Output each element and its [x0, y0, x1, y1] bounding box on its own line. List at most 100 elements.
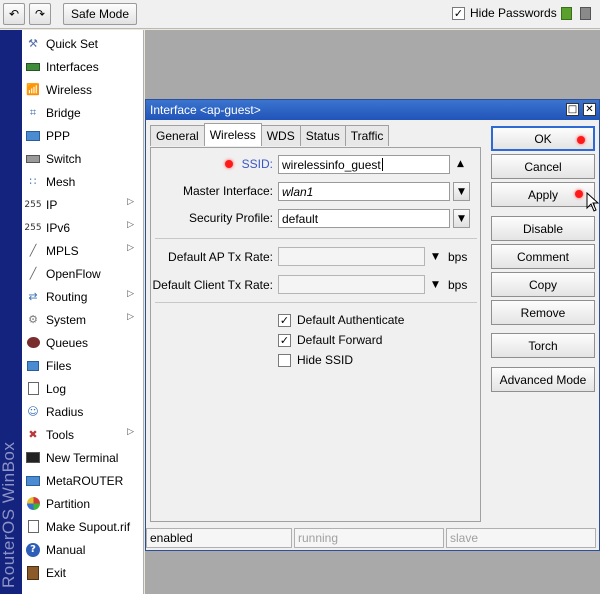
menu-item-exit[interactable]: Exit [22, 561, 144, 584]
remove-button[interactable]: Remove [491, 300, 595, 325]
tab-status[interactable]: Status [299, 125, 346, 146]
menu-label: IP [46, 197, 58, 212]
maximize-icon[interactable]: □ [566, 103, 579, 116]
advanced-mode-button[interactable]: Advanced Mode [491, 367, 595, 392]
default-forward-checkbox[interactable]: ✓ Default Forward [278, 333, 382, 347]
torch-button[interactable]: Torch [491, 333, 595, 358]
hide-passwords-toggle[interactable]: ✓ Hide Passwords [452, 6, 557, 20]
menu-item-ppp[interactable]: PPP [22, 124, 144, 147]
safe-mode-button[interactable]: Safe Mode [63, 3, 137, 25]
client-tx-rate-dropdown-icon[interactable]: ▼ [432, 280, 439, 290]
hide-ssid-checkbox[interactable]: Hide SSID [278, 353, 353, 367]
menu-item-quick-set[interactable]: ⚒ Quick Set [22, 32, 144, 55]
status-enabled: enabled [146, 528, 292, 548]
top-toolbar: ↶ ↷ Safe Mode ✓ Hide Passwords [0, 0, 600, 29]
tab-general[interactable]: General [150, 125, 205, 146]
menu-item-routing[interactable]: ⇄ Routing ▷ [22, 285, 144, 308]
menu-item-metarouter[interactable]: MetaROUTER [22, 469, 144, 492]
copy-button[interactable]: Copy [491, 272, 595, 297]
bridge-icon: ⌗ [29, 105, 37, 119]
wireless-icon: 📶 [26, 83, 40, 96]
close-icon[interactable]: ✕ [583, 103, 596, 116]
hide-passwords-label: Hide Passwords [470, 6, 557, 20]
menu-label: New Terminal [46, 450, 119, 465]
menu-label: Radius [46, 404, 84, 419]
undo-button[interactable]: ↶ [3, 3, 25, 25]
master-interface-dropdown-icon[interactable]: ▼ [453, 182, 470, 201]
security-profile-select[interactable]: default [278, 209, 450, 228]
checkbox-box[interactable]: ✓ [278, 313, 291, 327]
checkbox-box[interactable]: ✓ [278, 333, 291, 347]
brand-text: RouterOS WinBox [0, 441, 18, 588]
divider [155, 238, 477, 239]
highlight-dot [575, 190, 583, 198]
menu-item-ip[interactable]: 255 IP ▷ [22, 193, 144, 216]
menu-item-tools[interactable]: ✖ Tools ▷ [22, 423, 144, 446]
log-icon [25, 381, 41, 397]
menu-label: Routing [46, 289, 88, 304]
menu-item-partition[interactable]: Partition [22, 492, 144, 515]
menu-item-mpls[interactable]: ╱ MPLS ▷ [22, 239, 144, 262]
cancel-button[interactable]: Cancel [491, 154, 595, 179]
mesh-icon: ∷ [29, 175, 37, 188]
ap-tx-rate-unit: bps [448, 250, 468, 264]
menu-item-bridge[interactable]: ⌗ Bridge [22, 101, 144, 124]
ap-tx-rate-dropdown-icon[interactable]: ▼ [432, 252, 439, 262]
lock-gray-icon [580, 7, 591, 20]
tab-wds[interactable]: WDS [260, 125, 301, 146]
hide-passwords-checkbox[interactable]: ✓ [452, 6, 465, 20]
menu-item-queues[interactable]: Queues [22, 331, 144, 354]
menu-item-openflow[interactable]: ╱ OpenFlow [22, 262, 144, 285]
menu-item-system[interactable]: ⚙ System ▷ [22, 308, 144, 331]
radius-icon: ☺ [27, 405, 39, 418]
submenu-arrow-icon: ▷ [127, 197, 134, 207]
menu-label: Mesh [46, 174, 76, 189]
submenu-arrow-icon: ▷ [127, 289, 134, 299]
menu-item-wireless[interactable]: 📶 Wireless [22, 78, 144, 101]
menu-item-radius[interactable]: ☺ Radius [22, 400, 144, 423]
text-caret [381, 158, 383, 171]
ssid-collapse-icon[interactable]: ▲ [457, 159, 464, 169]
master-interface-label: Master Interface: [182, 184, 273, 198]
default-client-tx-rate-input[interactable] [278, 275, 425, 294]
highlight-dot [577, 136, 585, 144]
menu-item-interfaces[interactable]: Interfaces [22, 55, 144, 78]
ssid-input[interactable]: wirelessinfo_guest [278, 155, 450, 174]
disable-button[interactable]: Disable [491, 216, 595, 241]
checkbox-box[interactable] [278, 353, 291, 367]
security-profile-dropdown-icon[interactable]: ▼ [453, 209, 470, 228]
switch-icon [25, 151, 41, 167]
menu-item-ipv6[interactable]: 255 IPv6 ▷ [22, 216, 144, 239]
menu-label: Make Supout.rif [46, 519, 131, 534]
undo-icon: ↶ [8, 7, 20, 21]
comment-button[interactable]: Comment [491, 244, 595, 269]
menu-item-log[interactable]: Log [22, 377, 144, 400]
status-slave: slave [446, 528, 596, 548]
checkbox-label: Default Forward [297, 333, 383, 347]
tab-traffic[interactable]: Traffic [344, 125, 390, 146]
menu-item-mesh[interactable]: ∷ Mesh [22, 170, 144, 193]
menu-label: PPP [46, 128, 71, 143]
menu-label: Log [46, 381, 67, 396]
default-ap-tx-rate-input[interactable] [278, 247, 425, 266]
tab-wireless[interactable]: Wireless [203, 123, 262, 146]
default-ap-tx-rate-label: Default AP Tx Rate: [168, 250, 273, 264]
divider [155, 302, 477, 303]
menu-item-new-terminal[interactable]: New Terminal [22, 446, 144, 469]
master-interface-select[interactable]: wlan1 [278, 182, 450, 201]
checkbox-label: Hide SSID [297, 353, 354, 367]
metarouter-icon [25, 473, 41, 489]
files-icon [25, 358, 41, 374]
menu-label: Interfaces [46, 59, 99, 74]
menu-label: IPv6 [46, 220, 71, 235]
menu-label: Files [46, 358, 72, 373]
routing-icon: ⇄ [28, 290, 38, 303]
menu-item-switch[interactable]: Switch [22, 147, 144, 170]
menu-item-files[interactable]: Files [22, 354, 144, 377]
redo-button[interactable]: ↷ [29, 3, 51, 25]
menu-item-make-supout[interactable]: Make Supout.rif [22, 515, 144, 538]
menu-item-manual[interactable]: ? Manual [22, 538, 144, 561]
openflow-icon: ╱ [29, 267, 37, 280]
dialog-titlebar[interactable]: Interface <ap-guest> □ ✕ [146, 100, 599, 120]
default-authenticate-checkbox[interactable]: ✓ Default Authenticate [278, 313, 404, 327]
